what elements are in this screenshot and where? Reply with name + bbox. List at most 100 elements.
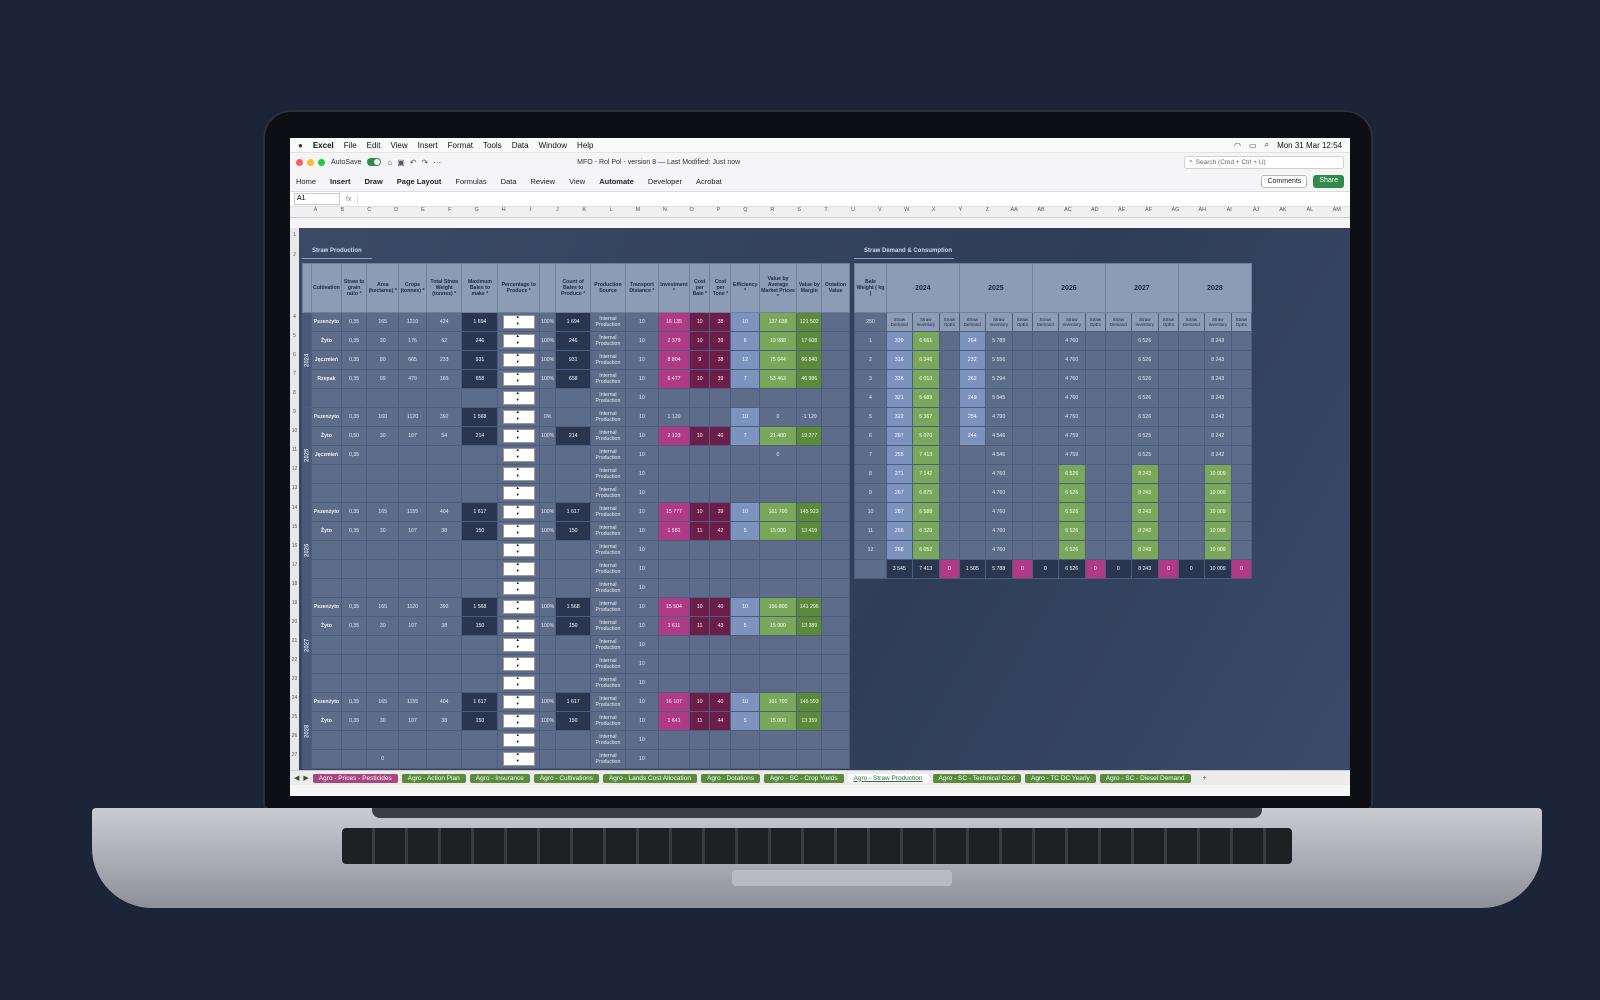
table-cell[interactable] — [958, 521, 986, 541]
table-cell[interactable]: 15 000 — [758, 616, 798, 636]
table-cell[interactable] — [709, 483, 732, 503]
table-cell[interactable] — [1177, 464, 1205, 484]
table-cell[interactable] — [311, 388, 342, 408]
column-header[interactable]: AB — [1028, 207, 1055, 217]
table-cell[interactable] — [461, 749, 499, 769]
table-cell[interactable]: Żyto — [311, 521, 342, 541]
table-cell[interactable]: Internal Production — [590, 445, 626, 465]
table-cell[interactable] — [657, 730, 691, 750]
table-cell[interactable]: 11 — [689, 521, 711, 541]
table-cell[interactable]: 13 389 — [796, 616, 823, 636]
table-cell[interactable] — [709, 673, 732, 693]
table-cell[interactable] — [821, 578, 850, 598]
table-cell[interactable]: 262 — [958, 369, 986, 389]
table-cell[interactable]: 38 — [709, 312, 732, 332]
table-cell[interactable]: 4 760 — [984, 464, 1013, 484]
table-cell[interactable] — [497, 597, 540, 617]
table-cell[interactable]: 10 — [624, 654, 659, 674]
table-cell[interactable]: 10 009 — [1203, 521, 1232, 541]
table-cell[interactable]: 75 644 — [758, 350, 798, 370]
table-cell[interactable] — [538, 559, 557, 579]
table-cell[interactable]: 264 — [958, 331, 986, 351]
table-cell[interactable] — [1031, 502, 1059, 522]
table-cell[interactable]: 0 — [758, 445, 798, 465]
table-cell[interactable]: 100% — [538, 502, 557, 522]
table-cell[interactable] — [426, 483, 463, 503]
table-cell[interactable]: 5 788 — [984, 331, 1013, 351]
percentage-spinner[interactable] — [502, 428, 535, 443]
table-cell[interactable] — [538, 540, 557, 560]
table-cell[interactable] — [1104, 369, 1132, 389]
table-cell[interactable]: 100% — [538, 331, 557, 351]
table-cell[interactable]: 10 — [624, 502, 659, 522]
column-header[interactable]: G — [463, 207, 490, 217]
table-cell[interactable]: 0,35 — [340, 711, 368, 731]
table-cell[interactable] — [340, 654, 368, 674]
table-cell[interactable] — [1031, 521, 1059, 541]
table-cell[interactable] — [1230, 331, 1253, 351]
table-cell[interactable]: 1120 — [398, 407, 428, 427]
table-cell[interactable]: 54 — [426, 426, 463, 446]
autosave-toggle[interactable] — [367, 158, 382, 166]
formula-input[interactable] — [357, 194, 1346, 204]
column-header[interactable]: F — [436, 207, 463, 217]
table-cell[interactable]: 0,35 — [340, 312, 368, 332]
table-cell[interactable]: 6 661 — [911, 331, 940, 351]
sheet-tab[interactable]: Agro - TC DC Yearly — [1025, 773, 1096, 783]
table-cell[interactable] — [1104, 445, 1132, 465]
table-cell[interactable] — [1104, 331, 1132, 351]
table-cell[interactable]: Internal Production — [590, 502, 626, 522]
table-cell[interactable] — [1011, 445, 1033, 465]
table-cell[interactable] — [1084, 521, 1106, 541]
tab-page-layout[interactable]: Page Layout — [397, 177, 442, 186]
table-cell[interactable]: 1 120 — [657, 407, 691, 427]
table-cell[interactable]: 9 — [854, 483, 887, 503]
table-cell[interactable] — [1104, 407, 1132, 427]
table-cell[interactable]: 10 009 — [1203, 464, 1232, 484]
total-cell[interactable]: 0 — [1011, 559, 1033, 579]
total-cell[interactable]: 8 243 — [1130, 559, 1159, 579]
save-icon[interactable]: ▣ — [397, 158, 405, 167]
row-number[interactable]: 4 — [290, 314, 299, 320]
table-cell[interactable] — [938, 464, 960, 484]
table-cell[interactable]: 10 — [854, 502, 887, 522]
table-cell[interactable]: 6 526 — [1057, 540, 1086, 560]
table-cell[interactable] — [689, 730, 711, 750]
table-cell[interactable]: 8 242 — [1203, 426, 1232, 446]
table-cell[interactable] — [366, 673, 400, 693]
column-header[interactable]: I — [517, 207, 544, 217]
table-cell[interactable] — [1104, 350, 1132, 370]
table-cell[interactable] — [366, 730, 400, 750]
table-cell[interactable]: 10 — [624, 312, 659, 332]
table-cell[interactable]: 0,35 — [340, 502, 368, 522]
table-cell[interactable]: Internal Production — [590, 369, 626, 389]
table-cell[interactable]: 6 525 — [1130, 426, 1159, 446]
table-cell[interactable]: 62 — [426, 331, 463, 351]
table-cell[interactable]: 10 — [689, 426, 711, 446]
table-cell[interactable] — [340, 578, 368, 598]
table-cell[interactable] — [821, 673, 850, 693]
table-cell[interactable] — [497, 445, 540, 465]
table-cell[interactable]: 15 504 — [657, 597, 691, 617]
table-cell[interactable]: Żyto — [311, 616, 342, 636]
table-cell[interactable] — [1230, 350, 1253, 370]
more-icon[interactable]: ⋯ — [433, 158, 441, 167]
table-cell[interactable] — [796, 635, 823, 655]
total-cell[interactable]: 6 526 — [1057, 559, 1086, 579]
table-cell[interactable]: 4 760 — [984, 483, 1013, 503]
table-cell[interactable] — [461, 730, 499, 750]
percentage-spinner[interactable] — [502, 542, 535, 557]
column-header[interactable]: S — [786, 207, 813, 217]
table-cell[interactable] — [366, 388, 400, 408]
menu-item-help[interactable]: Help — [577, 141, 593, 150]
table-cell[interactable]: 0,35 — [340, 407, 368, 427]
search-input[interactable]: ⌕ Search (Cmd + Ctrl + U) — [1184, 155, 1344, 169]
table-cell[interactable] — [1177, 445, 1205, 465]
table-cell[interactable]: 6 875 — [911, 483, 940, 503]
table-cell[interactable] — [555, 464, 592, 484]
table-cell[interactable]: 1 568 — [461, 597, 499, 617]
table-cell[interactable]: 141 296 — [796, 597, 823, 617]
sheet-tab[interactable]: Agro - Dotations — [700, 773, 760, 783]
table-cell[interactable] — [426, 749, 463, 769]
table-cell[interactable] — [497, 673, 540, 693]
